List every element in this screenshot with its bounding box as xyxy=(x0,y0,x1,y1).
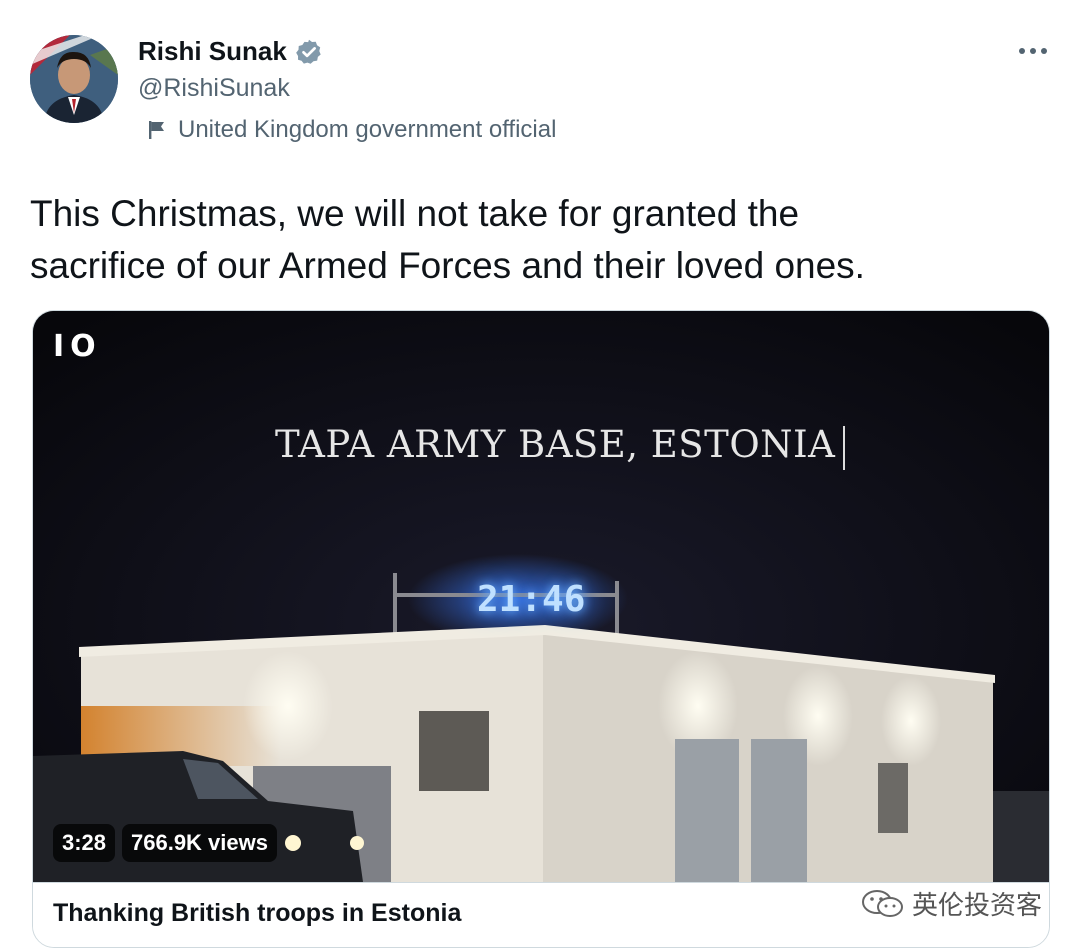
duration-badge: 3:28 xyxy=(53,824,116,862)
author-name[interactable]: Rishi Sunak xyxy=(138,36,287,67)
tweet-text: This Christmas, we will not take for gra… xyxy=(30,188,1050,292)
io-logo: IO xyxy=(53,329,102,364)
text-cursor xyxy=(843,425,846,470)
watermark-text: 英伦投资客 xyxy=(912,891,1043,921)
verified-badge-icon xyxy=(295,38,323,66)
watermark: 英伦投资客 xyxy=(860,885,1042,922)
government-label-text: United Kingdom government official xyxy=(178,116,557,143)
clock-display: 21:46 xyxy=(477,579,586,620)
avatar[interactable] xyxy=(30,35,118,123)
views-badge: 766.9K views xyxy=(122,824,277,862)
video-overlay-title-text: TAPA ARMY BASE, ESTONIA xyxy=(275,423,836,466)
card-title[interactable]: Thanking British troops in Estonia xyxy=(53,899,461,928)
video-card[interactable]: IO TAPA ARMY BASE, ESTONIA 21:46 3:28 76… xyxy=(32,310,1050,948)
tweet: Rishi Sunak @RishiSunak United Kingdom g… xyxy=(0,0,1080,951)
tweet-text-line: sacrifice of our Armed Forces and their … xyxy=(30,245,865,286)
government-label[interactable]: United Kingdom government official xyxy=(146,116,556,144)
author-handle[interactable]: @RishiSunak xyxy=(138,74,290,103)
flag-icon xyxy=(146,119,168,141)
video-player[interactable]: IO TAPA ARMY BASE, ESTONIA 21:46 3:28 76… xyxy=(33,311,1049,882)
author-name-row: Rishi Sunak xyxy=(138,36,323,67)
avatar-image xyxy=(30,35,118,123)
wechat-icon xyxy=(860,888,906,920)
more-options-icon[interactable] xyxy=(1015,40,1051,62)
tweet-text-line: This Christmas, we will not take for gra… xyxy=(30,193,800,234)
video-overlay-title: TAPA ARMY BASE, ESTONIA xyxy=(275,423,846,470)
